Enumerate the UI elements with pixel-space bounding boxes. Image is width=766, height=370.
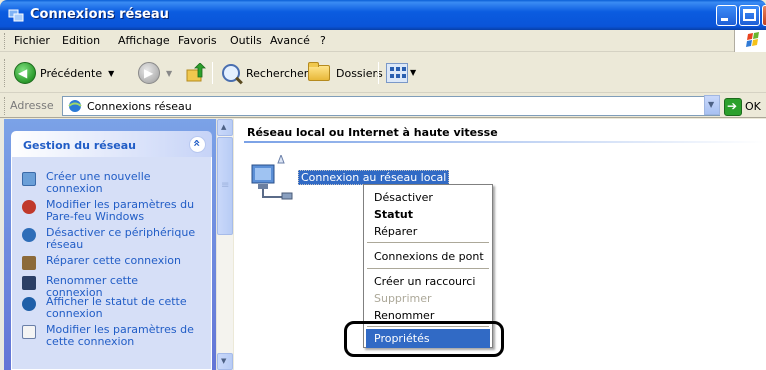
task-label: Réparer cette connexion [46,254,181,267]
folder-up-icon [186,63,206,82]
task-repair-connection[interactable]: Réparer cette connexion [22,255,210,270]
address-bar-grip[interactable] [4,97,7,115]
back-dropdown-icon[interactable]: ▼ [108,69,114,78]
connection-name[interactable]: Connexion au réseau local [298,170,450,185]
back-arrow-icon [14,62,36,84]
menu-edition[interactable]: Edition [62,34,100,47]
up-folder-button[interactable] [186,61,206,85]
windows-logo [734,30,766,52]
scroll-up-button[interactable] [217,119,233,136]
minimize-icon [721,18,728,21]
views-dropdown-icon[interactable]: ▼ [410,68,416,77]
network-tasks-panel: Gestion du réseau Créer une nouvelle con… [11,131,212,370]
menu-separator [367,326,489,327]
collapse-chevron-icon[interactable] [189,136,206,153]
maximize-button[interactable] [739,5,760,26]
standard-toolbar: Précédente ▼ ▼ Rechercher Dossiers ▼ [0,53,766,93]
disable-device-icon [22,228,36,242]
menu-outils[interactable]: Outils [230,34,262,47]
task-panel-header[interactable]: Gestion du réseau [11,131,212,157]
menu-avance[interactable]: Avancé [270,34,310,47]
task-firewall-settings[interactable]: Modifier les paramètres du Pare-feu Wind… [22,199,210,223]
task-pane: Gestion du réseau Créer une nouvelle con… [0,119,216,370]
task-list: Créer une nouvelle connexion Modifier le… [11,157,212,370]
firewall-icon [22,200,36,214]
window-title: Connexions réseau [30,7,169,22]
address-value: Connexions réseau [87,100,192,113]
menu-bar-grip[interactable] [4,33,7,49]
menu-item-connexions-pont[interactable]: Connexions de pont [366,247,490,266]
views-button[interactable] [386,63,408,83]
close-button[interactable] [762,5,766,26]
properties-icon [22,325,36,339]
rename-icon [22,276,36,290]
vertical-scrollbar[interactable] [216,119,233,370]
search-icon [222,64,240,82]
task-label: Créer une nouvelle connexion [46,170,151,195]
menu-fichier[interactable]: Fichier [14,34,50,47]
menu-item-reparer[interactable]: Réparer [366,222,490,241]
back-label: Précédente [40,66,103,80]
content-area: Réseau local ou Internet à haute vitesse… [234,119,766,370]
windows-flag-icon [746,32,759,47]
new-connection-icon [22,172,36,186]
task-view-status[interactable]: Afficher le statut de cette connexion [22,296,210,320]
context-menu: Désactiver Statut Réparer Connexions de … [363,184,493,348]
task-label: Afficher le statut de cette connexion [46,295,187,320]
minimize-button[interactable] [716,5,737,26]
forward-arrow-icon [138,62,160,84]
toolbar-separator [212,62,213,84]
task-panel-title: Gestion du réseau [23,139,136,152]
address-bar: Adresse Connexions réseau [0,94,766,118]
toolbar-separator [378,62,379,84]
explorer-window: Connexions réseau Fichier Edition Affich… [0,0,766,370]
group-header: Réseau local ou Internet à haute vitesse [247,126,498,139]
scroll-down-button[interactable] [217,353,233,370]
address-input[interactable]: Connexions réseau [62,96,720,116]
menu-bar: Fichier Edition Affichage Favoris Outils… [0,30,766,52]
menu-item-renommer[interactable]: Renommer [366,306,490,325]
task-label: Modifier les paramètres de cette connexi… [46,323,194,348]
scroll-thumb[interactable] [217,137,233,235]
menu-separator [367,268,489,269]
menu-separator [367,242,489,243]
menu-favoris[interactable]: Favoris [178,34,217,47]
forward-dropdown-icon[interactable]: ▼ [166,69,172,78]
network-connections-icon [8,9,24,22]
task-disable-device[interactable]: Désactiver ce périphérique réseau [22,227,210,251]
go-label[interactable]: OK [745,100,761,113]
repair-icon [22,256,36,270]
address-dropdown-button[interactable] [704,95,720,115]
address-label: Adresse [10,99,54,112]
toolbar-grip[interactable] [4,59,7,87]
search-button[interactable]: Rechercher [222,61,308,85]
folders-icon [308,62,330,81]
go-button[interactable] [724,98,742,116]
task-label: Modifier les paramètres du Pare-feu Wind… [46,198,195,223]
local-network-connection-icon[interactable] [248,155,296,203]
title-bar[interactable]: Connexions réseau [0,0,766,30]
task-create-connection[interactable]: Créer une nouvelle connexion [22,171,210,195]
maximize-icon [743,9,756,21]
folders-label: Dossiers [336,66,383,80]
task-label: Désactiver ce périphérique réseau [46,226,196,251]
task-change-settings[interactable]: Modifier les paramètres de cette connexi… [22,324,210,348]
status-icon [22,297,36,311]
folders-button[interactable]: Dossiers [308,61,383,85]
network-connections-icon [68,100,82,112]
group-divider [244,141,764,143]
search-label: Rechercher [246,66,309,80]
back-button[interactable]: Précédente ▼ [14,61,114,85]
forward-button[interactable]: ▼ [138,61,172,85]
menu-item-proprietes[interactable]: Propriétés [366,329,490,348]
menu-help[interactable]: ? [320,34,326,47]
menu-affichage[interactable]: Affichage [118,34,170,47]
